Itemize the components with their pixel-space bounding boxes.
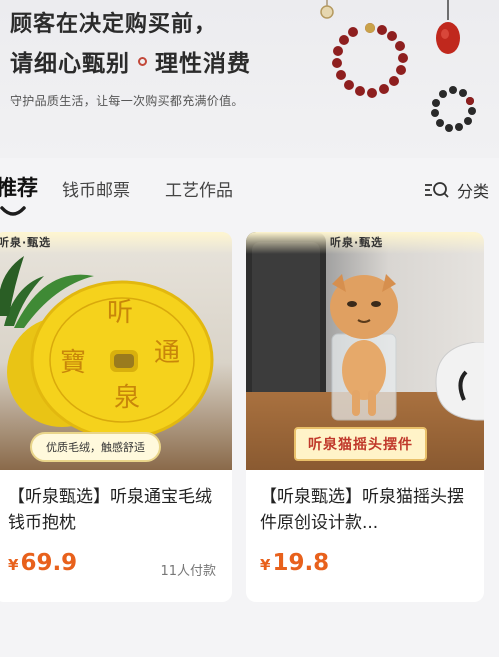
red-bead-bracelet-icon [332, 23, 408, 98]
pillow-char-top: 听 [107, 298, 134, 328]
separator-dot-icon [138, 56, 147, 66]
tab-coins-stamps[interactable]: 钱币邮票 [62, 176, 130, 201]
image-badge: 听泉猫摇头摆件 [294, 427, 427, 461]
product-price: ¥ 69.9 [8, 550, 77, 576]
brand-tag: 听泉·甄选 [330, 236, 384, 249]
price-currency: ¥ [8, 556, 19, 574]
cat-figurine-image [330, 274, 398, 421]
banner-title-line1: 顾客在决定购买前， [10, 12, 218, 37]
product-price: ¥ 19.8 [260, 550, 329, 576]
game-controller-image [435, 342, 484, 421]
red-carving-pendant-icon [436, 0, 460, 54]
paid-count: 11人付款 [160, 564, 216, 579]
tab-craft-works[interactable]: 工艺作品 [165, 176, 233, 201]
product-title[interactable]: 【听泉甄选】听泉猫摇头摆件原创设计款... [260, 484, 472, 536]
top-banner[interactable]: 顾客在决定购买前， 请细心甄别 理性消费 守护品质生活，让每一次购买都充满价值。 [0, 0, 499, 158]
category-button[interactable]: 分类 [423, 178, 489, 202]
price-currency: ¥ [260, 556, 271, 574]
pillow-char-right: 通 [154, 338, 181, 368]
pendant-icon [320, 0, 334, 19]
image-badge: 优质毛绒，触感舒适 [30, 432, 161, 462]
price-value: 19.8 [272, 550, 330, 576]
banner-subtitle: 守护品质生活，让每一次购买都充满价值。 [10, 94, 244, 108]
tab-active-indicator [0, 206, 26, 216]
tab-recommend[interactable]: 推荐 [0, 172, 38, 202]
black-bead-bracelet-icon [431, 86, 476, 132]
banner-title-line2: 请细心甄别 理性消费 [10, 44, 251, 78]
brand-tag: 听泉·甄选 [0, 236, 52, 249]
product-card[interactable]: 听泉·甄选 听 寶 通 泉 优质毛绒，触感舒适 【听泉甄选】听泉通宝毛绒钱币抱枕… [0, 232, 232, 602]
banner-title-part-b: 理性消费 [155, 51, 251, 77]
list-search-icon [424, 182, 449, 198]
product-image[interactable]: 听泉·甄选 听 寶 通 泉 优质毛绒，触感舒适 [0, 232, 232, 470]
banner-title-part-a: 请细心甄别 [10, 51, 130, 77]
speaker-image [246, 232, 326, 412]
product-card[interactable]: 听泉·甄选 听泉猫摇头摆件 【听泉甄选】听泉猫摇头摆件原创设计款... ¥ 19… [246, 232, 484, 602]
pillow-char-bottom: 泉 [114, 383, 141, 413]
category-label: 分类 [456, 182, 489, 201]
pillow-char-left: 寶 [60, 348, 87, 378]
price-value: 69.9 [20, 550, 78, 576]
product-title[interactable]: 【听泉甄选】听泉通宝毛绒钱币抱枕 [8, 484, 220, 536]
product-image[interactable]: 听泉·甄选 听泉猫摇头摆件 [246, 232, 484, 470]
category-tabs: 推荐 钱币邮票 工艺作品 分类 [0, 168, 499, 218]
